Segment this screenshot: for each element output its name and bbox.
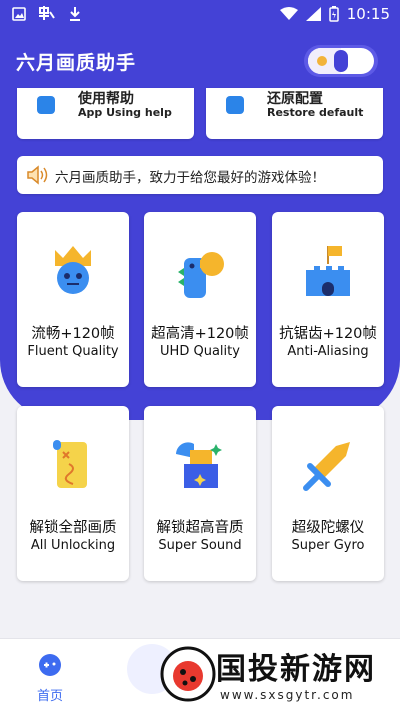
- tile-title: 超级陀螺仪: [291, 520, 365, 536]
- help-subtitle: App Using help: [78, 106, 172, 119]
- notice-text: 六月画质助手，致力于给您最好的游戏体验！: [55, 170, 325, 186]
- castle-flag-icon: [306, 246, 350, 296]
- theme-toggle-button[interactable]: [304, 45, 378, 77]
- app-notification-icon: [39, 6, 55, 20]
- help-card[interactable]: 使用帮助 App Using help: [17, 88, 194, 139]
- download-icon: [70, 7, 80, 21]
- watermark: 国投新游网 www.sxsgytr.com: [158, 642, 398, 710]
- tile-subtitle: UHD Quality: [160, 344, 240, 359]
- tile-all-unlocking[interactable]: 解锁全部画质 All Unlocking: [17, 406, 129, 581]
- sword-icon: [303, 442, 350, 491]
- tile-subtitle: Super Gyro: [291, 538, 365, 553]
- speaker-icon: [27, 165, 48, 185]
- tile-super-gyro[interactable]: 超级陀螺仪 Super Gyro: [272, 406, 384, 581]
- tile-subtitle: Super Sound: [158, 538, 242, 553]
- nav-home[interactable]: 首页: [20, 653, 80, 704]
- tile-subtitle: Fluent Quality: [27, 344, 119, 359]
- clock: 10:15: [346, 5, 390, 23]
- tile-uhd-quality[interactable]: 超高清+120帧 UHD Quality: [144, 212, 256, 387]
- tile-title: 流畅+120帧: [31, 326, 115, 342]
- scroll-map-icon: [53, 440, 87, 488]
- layers-icon: [37, 96, 55, 114]
- tile-title: 抗锯齿+120帧: [279, 326, 377, 342]
- tile-anti-aliasing[interactable]: 抗锯齿+120帧 Anti-Aliasing: [272, 212, 384, 387]
- tile-fluent-quality[interactable]: 流畅+120帧 Fluent Quality: [17, 212, 129, 387]
- chart-icon: [226, 96, 244, 114]
- crown-face-icon: [55, 246, 91, 294]
- watermark-text: 国投新游网: [216, 652, 376, 687]
- tile-title: 解锁超高音质: [156, 520, 244, 536]
- blocks-sparkle-icon: [176, 442, 222, 488]
- tile-super-sound[interactable]: 解锁超高音质 Super Sound: [144, 406, 256, 581]
- eye-icon: [308, 48, 374, 74]
- status-bar: 10:15: [0, 0, 400, 30]
- app-bar: 六月画质助手: [0, 30, 400, 90]
- battery-icon: [329, 6, 339, 22]
- tile-title: 超高清+120帧: [151, 326, 249, 342]
- notice-banner: 六月画质助手，致力于给您最好的游戏体验！: [17, 156, 383, 194]
- app-title: 六月画质助手: [16, 52, 137, 74]
- watermark-url: www.sxsgytr.com: [220, 688, 355, 702]
- tile-title: 解锁全部画质: [29, 520, 117, 536]
- signal-icon: [305, 7, 321, 21]
- nav-home-label: 首页: [36, 689, 63, 704]
- tile-subtitle: All Unlocking: [30, 538, 116, 553]
- restore-title: 还原配置: [267, 91, 323, 107]
- ladybug-logo-icon: [160, 646, 216, 702]
- restore-card[interactable]: 还原配置 Restore default: [206, 88, 383, 139]
- image-notification-icon: [12, 7, 26, 21]
- help-title: 使用帮助: [78, 91, 134, 107]
- dinosaur-icon: [178, 252, 224, 298]
- wifi-icon: [279, 7, 298, 20]
- gamepad-icon: [39, 654, 61, 676]
- tile-subtitle: Anti-Aliasing: [287, 344, 369, 359]
- restore-subtitle: Restore default: [267, 106, 364, 119]
